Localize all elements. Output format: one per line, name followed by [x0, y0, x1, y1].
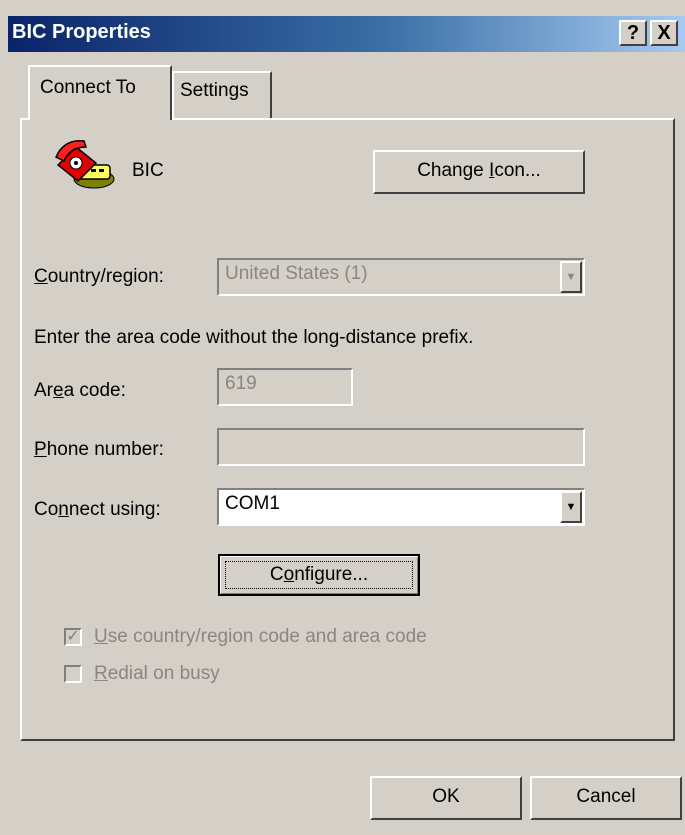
close-button[interactable]: X — [650, 20, 678, 46]
connection-name: BIC — [132, 160, 164, 181]
country-select[interactable]: United States (1) ▼ — [217, 258, 585, 296]
ok-button[interactable]: OK — [370, 776, 522, 820]
use-country-code-label: Use country/region code and area code — [94, 626, 427, 647]
connect-using-value: COM1 — [225, 493, 280, 514]
area-code-input[interactable]: 619 — [217, 368, 353, 406]
connect-using-label: Connect using: — [34, 499, 161, 520]
area-code-label: Area code: — [34, 380, 126, 401]
cancel-button[interactable]: Cancel — [530, 776, 682, 820]
tab-connect-to-label: Connect To — [40, 77, 136, 98]
redial-checkbox[interactable] — [64, 665, 82, 683]
tab-settings[interactable]: Settings — [172, 71, 272, 119]
window-title: BIC Properties — [12, 21, 151, 43]
focus-rectangle: Configure... — [225, 561, 413, 589]
help-button[interactable]: ? — [619, 20, 647, 46]
chevron-down-icon[interactable]: ▼ — [560, 491, 582, 523]
phone-number-label: Phone number: — [34, 439, 164, 460]
telephone-modem-icon — [55, 140, 115, 189]
tab-settings-label: Settings — [180, 80, 249, 101]
area-code-value: 619 — [225, 373, 257, 394]
properties-dialog: BIC Properties ? X Connect To Settings B… — [0, 0, 685, 835]
instruction-text: Enter the area code without the long-dis… — [34, 327, 474, 348]
redial-label: Redial on busy — [94, 663, 220, 684]
use-country-code-checkbox[interactable]: ✓ — [64, 628, 82, 646]
connect-to-panel: BIC Change Icon... Country/region: Unite… — [20, 118, 675, 741]
connect-using-select[interactable]: COM1 ▼ — [217, 488, 585, 526]
title-bar[interactable]: BIC Properties ? X — [8, 16, 685, 52]
phone-number-input[interactable] — [217, 428, 585, 466]
chevron-down-icon[interactable]: ▼ — [560, 261, 582, 293]
change-icon-button[interactable]: Change Icon... — [373, 150, 585, 194]
configure-button[interactable]: Configure... — [218, 554, 420, 596]
country-label: Country/region: — [34, 266, 164, 287]
country-value: United States (1) — [225, 263, 368, 284]
tab-connect-to[interactable]: Connect To — [28, 65, 172, 120]
